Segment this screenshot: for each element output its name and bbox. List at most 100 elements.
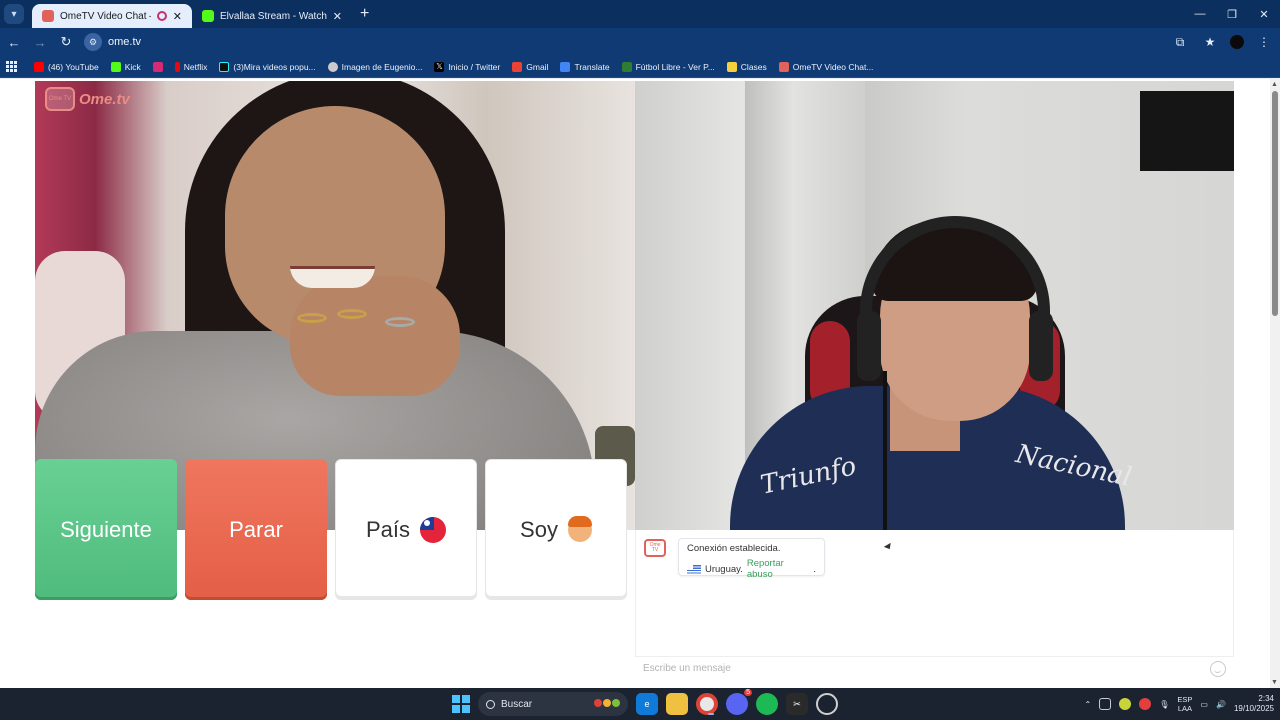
close-tab-icon[interactable]: ✕ xyxy=(333,10,342,23)
tray-overflow-icon[interactable]: ⌃ xyxy=(1085,700,1092,709)
url-text: ome.tv xyxy=(108,36,142,48)
emoji-picker-icon[interactable] xyxy=(1210,661,1226,677)
country-button[interactable]: País xyxy=(335,459,477,600)
tab-strip: ▾ OmeTV Video Chat — Ome ✕ Elvallaa Stre… xyxy=(0,0,1280,28)
bookmark-star-icon[interactable]: ★ xyxy=(1200,32,1220,52)
bookmark-twitter[interactable]: 𝕏 Inicio / Twitter xyxy=(428,61,506,72)
recording-icon[interactable] xyxy=(1139,698,1152,710)
chrome-icon[interactable] xyxy=(696,693,718,715)
windows-start-icon[interactable] xyxy=(452,695,470,713)
new-tab-icon[interactable]: + xyxy=(360,5,369,23)
country-label: País xyxy=(365,516,411,542)
reload-icon[interactable]: ↻ xyxy=(54,30,78,54)
install-app-icon[interactable]: ⧉ xyxy=(1170,32,1190,52)
close-tab-icon[interactable]: ✕ xyxy=(173,10,182,23)
menu-icon[interactable]: ⋮ xyxy=(1254,32,1274,52)
bookmark-netflix[interactable]: Netflix xyxy=(169,61,214,72)
gender-label: Soy xyxy=(520,516,558,542)
bookmark-futbol[interactable]: Fútbol Libre - Ver P... xyxy=(616,61,721,72)
apps-grid-icon[interactable] xyxy=(6,60,18,73)
taskbar-search[interactable]: Buscar xyxy=(478,692,628,716)
lang-top: ESP xyxy=(1177,695,1193,704)
capcut-icon[interactable]: ✂ xyxy=(786,693,808,715)
bookmark-label: Inicio / Twitter xyxy=(448,61,501,72)
volume-icon[interactable]: 🔊 xyxy=(1216,700,1226,709)
search-label: Buscar xyxy=(501,698,533,710)
system-message: Conexión establecida. Uruguay. Reportar … xyxy=(678,538,825,580)
report-suffix: . xyxy=(813,563,816,575)
connection-status: Conexión establecida. xyxy=(687,543,781,554)
window-controls: — ❐ ✕ xyxy=(1184,0,1280,28)
globe-icon xyxy=(327,61,338,72)
sync-icon[interactable] xyxy=(1099,698,1112,710)
message-bar xyxy=(635,656,1234,680)
microphone-icon[interactable]: 🎙 xyxy=(1159,700,1169,709)
ometv-favicon-icon xyxy=(42,10,54,22)
bookmark-label: (46) YouTube xyxy=(48,61,99,72)
report-abuse-link[interactable]: Reportar abuso xyxy=(747,558,810,580)
ometv-logo-icon: Ome TV xyxy=(45,87,75,111)
kick-favicon-icon xyxy=(202,10,214,22)
next-label: Siguiente xyxy=(60,516,152,542)
brand-name: Ome.tv xyxy=(79,90,130,108)
ometv-chat-logo-icon: Ome TV xyxy=(644,539,666,557)
bookmark-kick[interactable]: Kick xyxy=(105,61,147,72)
bookmark-imagen[interactable]: Imagen de Eugenio... xyxy=(322,61,429,72)
address-bar[interactable]: ⚙ ome.tv xyxy=(84,33,141,51)
discord-icon[interactable]: 5 xyxy=(726,689,752,715)
bookmark-clases[interactable]: Clases xyxy=(721,61,773,72)
bookmark-ometv[interactable]: OmeTV Video Chat... xyxy=(773,61,880,72)
discord-badge: 5 xyxy=(744,689,752,696)
gender-button[interactable]: Soy xyxy=(485,459,627,600)
minimize-icon[interactable]: — xyxy=(1184,0,1216,28)
bookmark-gmail[interactable]: Gmail xyxy=(506,61,554,72)
spotify-icon[interactable] xyxy=(756,693,778,715)
bookmark-label: Imagen de Eugenio... xyxy=(341,61,423,72)
bookmark-translate[interactable]: Translate xyxy=(554,61,615,72)
app-icon[interactable] xyxy=(816,693,838,715)
bookmark-tiktok[interactable]: (3)Mira videos popu... xyxy=(213,61,321,72)
browser-toolbar: ← → ↻ ⚙ ome.tv ⧉ ★ ⋮ xyxy=(0,28,1280,56)
profile-avatar[interactable] xyxy=(1230,35,1244,49)
tiktok-icon xyxy=(219,61,230,72)
bookmark-instagram[interactable] xyxy=(147,61,169,72)
bookmark-label: Gmail xyxy=(526,61,549,72)
bookmark-youtube[interactable]: (46) YouTube xyxy=(28,61,105,72)
clock[interactable]: 2:34 19/10/2025 xyxy=(1234,694,1274,714)
time: 2:34 xyxy=(1258,694,1274,703)
language-indicator[interactable]: ESP LAA xyxy=(1177,695,1192,713)
bookmark-label: (3)Mira videos popu... xyxy=(233,61,316,72)
folder-icon xyxy=(726,61,737,72)
back-icon[interactable]: ← xyxy=(2,30,26,54)
page-scrollbar[interactable]: ▲ ▼ xyxy=(1270,79,1280,688)
youtube-icon xyxy=(34,61,44,72)
message-input[interactable] xyxy=(643,663,1183,674)
bookmark-label: Netflix xyxy=(183,61,208,72)
close-window-icon[interactable]: ✕ xyxy=(1248,0,1280,28)
recording-indicator-icon xyxy=(156,11,167,21)
bookmark-label: Clases xyxy=(740,61,767,72)
tab-elvallaa[interactable]: Elvallaa Stream - Watch Live on ✕ xyxy=(192,4,352,28)
toolbar-actions: ⧉ ★ ⋮ xyxy=(1170,32,1274,52)
date: 19/10/2025 xyxy=(1233,704,1274,713)
tab-search-icon[interactable]: ▾ xyxy=(4,4,24,24)
nvidia-icon[interactable] xyxy=(1119,698,1132,710)
next-button[interactable]: Siguiente xyxy=(35,459,177,600)
forward-icon[interactable]: → xyxy=(28,30,52,54)
tab-ometv[interactable]: OmeTV Video Chat — Ome ✕ xyxy=(32,4,192,28)
network-icon[interactable]: ▭ xyxy=(1200,700,1208,709)
edge-icon[interactable]: e xyxy=(636,693,658,715)
stop-button[interactable]: Parar xyxy=(185,459,327,600)
x-icon: 𝕏 xyxy=(434,61,445,72)
file-explorer-icon[interactable] xyxy=(666,693,688,715)
stranger-country: Uruguay. xyxy=(705,563,743,575)
ometv-logo: Ome TV Ome.tv xyxy=(45,87,130,111)
restore-icon[interactable]: ❐ xyxy=(1216,0,1248,28)
bookmark-label: Kick xyxy=(124,61,141,72)
netflix-icon xyxy=(174,61,180,72)
translate-icon xyxy=(560,61,571,72)
lang-bottom: LAA xyxy=(1177,704,1192,713)
site-info-icon[interactable]: ⚙ xyxy=(84,33,102,51)
futbol-icon xyxy=(621,61,632,72)
uruguay-flag-icon xyxy=(687,564,701,574)
